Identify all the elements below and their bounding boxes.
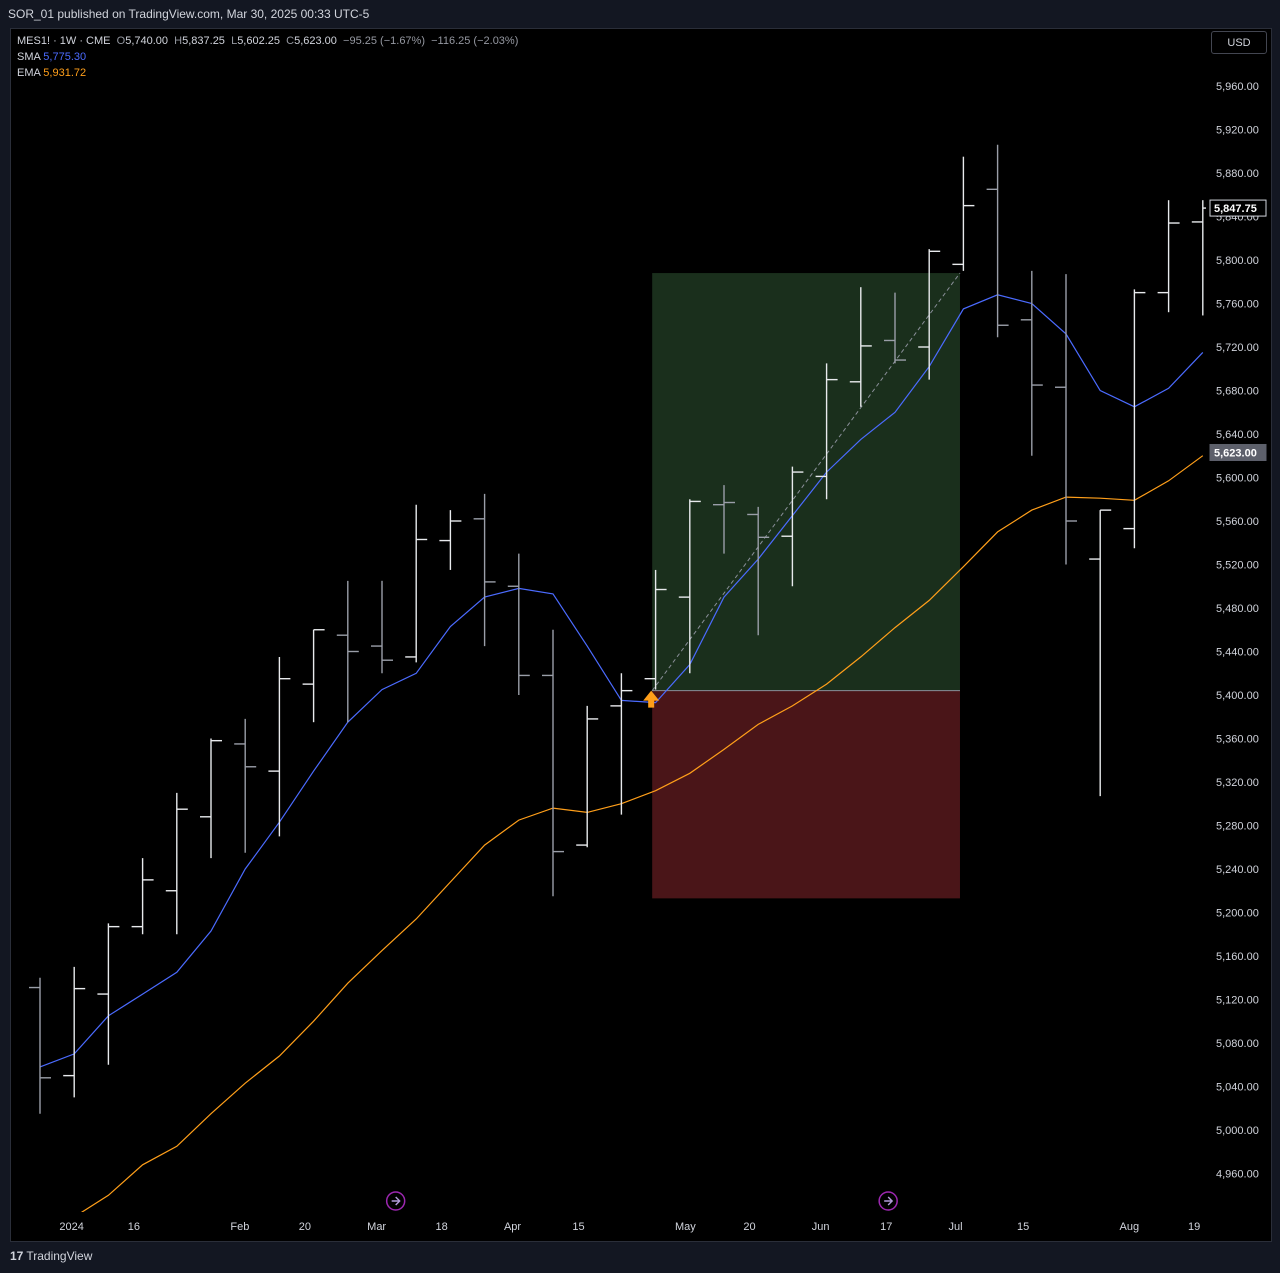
ohlc-bar [336,580,359,723]
chart-legend: MES1! · 1W · CME O5,740.00 H5,837.25 L5,… [17,33,518,81]
x-tick-label: Aug [1120,1221,1140,1233]
tradingview-logo-icon: 17 [10,1249,24,1263]
ema-value: 5,931.72 [43,67,87,79]
close-label: C [286,35,295,47]
y-tick-label: 5,760.00 [1216,299,1259,311]
y-tick-label: 5,040.00 [1216,1082,1259,1094]
change-value-2: −116.25 (−2.03%) [431,35,519,47]
symbol-label[interactable]: MES1! · 1W · CME [17,35,111,47]
y-tick-label: 5,120.00 [1216,995,1259,1007]
y-tick-label: 5,680.00 [1216,386,1259,398]
ohlc-bar [63,966,86,1098]
currency-button[interactable]: USD [1211,31,1267,54]
ohlc-bar [165,792,188,935]
y-tick-label: 5,480.00 [1216,603,1259,615]
price-chart[interactable]: 4,960.00 5,000.00 5,040.00 5,080.00 5,120.00… [0,0,1280,1243]
replay-arrow-icon [884,1196,894,1206]
ohlc-bar [234,718,257,853]
open-value: 5,740.00 [125,35,169,47]
ohlc-bar [1157,200,1180,313]
y-tick-label: 5,360.00 [1216,734,1259,746]
x-tick-label: 20 [299,1221,311,1233]
x-tick-label: 17 [880,1221,892,1233]
x-tick-label: 20 [743,1221,755,1233]
y-tick-label: 5,160.00 [1216,951,1259,963]
series-group [29,144,1206,1212]
x-tick-label: May [675,1221,696,1233]
y-tick-label: 5,280.00 [1216,821,1259,833]
low-value: 5,602.25 [237,35,281,47]
y-tick-label: 5,560.00 [1216,516,1259,528]
brand-name: TradingView [26,1249,93,1263]
ohlc-bar [1089,509,1112,797]
ohlc-bar [542,629,564,897]
change-value: −95.25 (−1.67%) [343,35,425,47]
ohlc-bar [610,673,633,815]
y-tick-label: 5,880.00 [1216,168,1259,180]
ohlc-bar [1191,200,1206,316]
ohlc-bar [200,738,222,859]
close-value: 5,623.00 [294,35,337,47]
x-tick-label: 2024 [59,1221,83,1233]
y-tick-label: 5,520.00 [1216,560,1259,572]
ohlc-bar [371,580,393,674]
ema-label: EMA [17,67,41,79]
last-price-label: 5,847.75 [1214,203,1257,215]
footer: 17 TradingView [0,1243,1280,1273]
ohlc-bar [1020,270,1043,456]
x-tick-label: 16 [128,1221,140,1233]
y-tick-label: 5,920.00 [1216,125,1259,137]
x-tick-label: Feb [230,1221,249,1233]
x-tick-label: 18 [436,1221,448,1233]
ohlc-bar [473,493,496,647]
loss-zone [652,690,960,899]
ohlc-bar [268,656,291,837]
y-tick-label: 5,200.00 [1216,908,1259,920]
close-price-label: 5,623.00 [1214,447,1257,459]
y-tick-label: 5,240.00 [1216,864,1259,876]
high-label: H [174,35,183,47]
y-tick-label: 5,080.00 [1216,1038,1259,1050]
x-tick-label: Mar [367,1221,386,1233]
ohlc-bar [439,510,462,570]
y-tick-label: 5,320.00 [1216,777,1259,789]
y-tick-label: 4,960.00 [1216,1169,1259,1181]
y-tick-label: 5,640.00 [1216,429,1259,441]
y-tick-label: 5,800.00 [1216,255,1259,267]
sma-label: SMA [17,51,41,63]
tradingview-logo[interactable]: 17 TradingView [10,1249,92,1263]
y-tick-label: 5,960.00 [1216,81,1259,93]
x-tick-label: Jun [812,1221,830,1233]
ohlc-bar [1123,289,1146,549]
ohlc-bar [576,705,599,848]
ohlc-bar [302,629,325,723]
x-tick-label: 19 [1188,1221,1200,1233]
ohlc-row: MES1! · 1W · CME O5,740.00 H5,837.25 L5,… [17,33,518,49]
ohlc-bar [97,923,120,1065]
y-tick-label: 5,440.00 [1216,647,1259,659]
sma-row[interactable]: SMA 5,775.30 [17,49,518,65]
ohlc-bar [986,144,1009,338]
replay-arrow-icon [391,1196,401,1206]
ohlc-bar [507,553,530,695]
ohlc-bar [131,858,154,935]
sma-value: 5,775.30 [43,51,87,63]
x-tick-label: Jul [949,1221,963,1233]
ema-row[interactable]: EMA 5,931.72 [17,65,518,81]
ohlc-bar [29,977,51,1114]
ohlc-bar [405,504,428,663]
high-value: 5,837.25 [182,35,225,47]
ohlc-bar [1055,274,1077,565]
y-tick-label: 5,400.00 [1216,690,1259,702]
x-tick-label: Apr [504,1221,521,1233]
x-tick-label: 15 [572,1221,584,1233]
open-label: O [116,35,126,47]
x-tick-label: 15 [1017,1221,1029,1233]
ohlc-bar [952,156,975,271]
y-tick-label: 5,000.00 [1216,1125,1259,1137]
y-tick-label: 5,720.00 [1216,342,1259,354]
y-tick-label: 5,600.00 [1216,473,1259,485]
ema-line [80,455,1204,1212]
